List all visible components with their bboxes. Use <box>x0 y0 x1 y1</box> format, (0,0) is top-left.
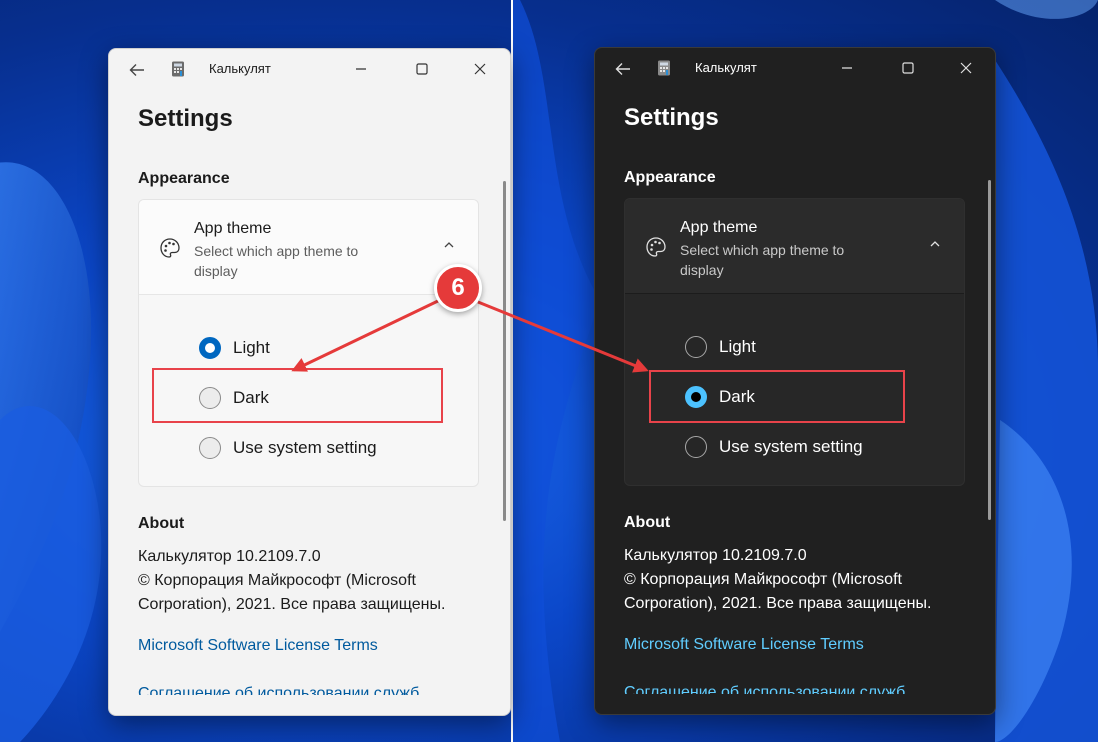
minimize-icon <box>356 68 366 70</box>
highlight-box-dark-option-light-window <box>152 368 443 423</box>
license-terms-link[interactable]: Microsoft Software License Terms <box>138 637 378 655</box>
app-theme-expander-header[interactable]: App theme Select which app theme to disp… <box>625 199 964 294</box>
palette-icon <box>646 237 666 257</box>
page-title: Settings <box>138 105 233 132</box>
palette-icon <box>160 238 180 258</box>
minimize-button[interactable] <box>347 55 375 83</box>
app-theme-title: App theme <box>194 220 272 237</box>
app-theme-card: App theme Select which app theme to disp… <box>624 198 965 486</box>
app-theme-card: App theme Select which app theme to disp… <box>138 199 479 487</box>
app-theme-description: Select which app theme to display <box>194 243 359 279</box>
radio-label: Light <box>233 338 270 357</box>
radio-system[interactable]: Use system setting <box>199 434 377 462</box>
maximize-button[interactable] <box>894 54 922 82</box>
scrollbar[interactable] <box>988 180 991 520</box>
highlight-box-dark-option-dark-window <box>649 370 905 423</box>
scrollbar[interactable] <box>503 181 506 521</box>
app-theme-title: App theme <box>680 219 758 236</box>
calculator-icon <box>172 61 184 77</box>
radio-label: Light <box>719 337 756 356</box>
image-divider <box>511 0 513 742</box>
radio-button[interactable] <box>685 336 707 358</box>
radio-light[interactable]: Light <box>685 333 756 361</box>
version-text: Калькулятор 10.2109.7.0 <box>138 548 321 565</box>
back-arrow-icon[interactable] <box>613 59 633 79</box>
license-terms-link[interactable]: Microsoft Software License Terms <box>624 636 864 654</box>
maximize-icon <box>416 63 428 75</box>
close-button[interactable] <box>952 54 980 82</box>
appearance-section-label: Appearance <box>138 170 230 187</box>
radio-label: Use system setting <box>233 438 377 457</box>
about-text: Калькулятор 10.2109.7.0 © Корпорация Май… <box>624 544 969 616</box>
appearance-section-label: Appearance <box>624 169 716 186</box>
title-bar: Калькулят <box>109 49 510 89</box>
version-text: Калькулятор 10.2109.7.0 <box>624 547 807 564</box>
services-agreement-link[interactable]: Соглашение об использовании служб <box>624 682 905 694</box>
about-text: Калькулятор 10.2109.7.0 © Корпорация Май… <box>138 545 483 617</box>
maximize-icon <box>902 62 914 74</box>
chevron-up-icon[interactable] <box>442 240 456 250</box>
window-title: Калькулят <box>695 60 757 75</box>
step-number-badge: 6 <box>434 264 482 312</box>
services-agreement-link[interactable]: Соглашение об использовании служб <box>138 683 419 695</box>
radio-label: Use system setting <box>719 437 863 456</box>
radio-light[interactable]: Light <box>199 334 270 362</box>
title-bar: Калькулят <box>595 48 995 88</box>
close-icon <box>474 63 486 75</box>
app-theme-description: Select which app theme to display <box>680 242 845 278</box>
window-title: Калькулят <box>209 61 271 76</box>
radio-button[interactable] <box>685 436 707 458</box>
radio-button-selected[interactable] <box>199 337 221 359</box>
minimize-icon <box>842 67 852 69</box>
about-section-label: About <box>138 515 185 532</box>
back-arrow-icon[interactable] <box>127 60 147 80</box>
about-section-label: About <box>624 514 671 531</box>
page-title: Settings <box>624 104 719 131</box>
radio-button[interactable] <box>199 437 221 459</box>
app-theme-expander-header[interactable]: App theme Select which app theme to disp… <box>139 200 478 295</box>
close-button[interactable] <box>466 55 494 83</box>
maximize-button[interactable] <box>408 55 436 83</box>
copyright-text: © Корпорация Майкрософт (Microsoft Corpo… <box>138 572 446 613</box>
calculator-icon <box>658 60 670 76</box>
chevron-up-icon[interactable] <box>928 239 942 249</box>
minimize-button[interactable] <box>833 54 861 82</box>
close-icon <box>960 62 972 74</box>
radio-system[interactable]: Use system setting <box>685 433 863 461</box>
copyright-text: © Корпорация Майкрософт (Microsoft Corpo… <box>624 571 932 612</box>
